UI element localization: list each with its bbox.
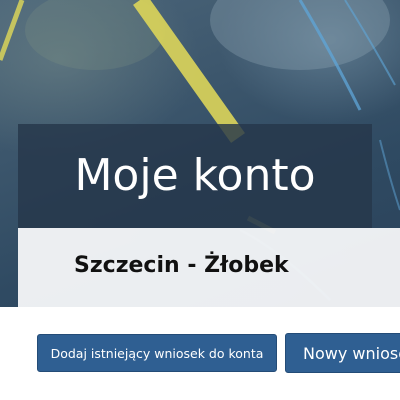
page-title-overlay: Moje konto — [18, 124, 372, 228]
page: Moje konto Szczecin - Żłobek Dodaj istni… — [0, 0, 400, 400]
institution-overlay: Szczecin - Żłobek — [18, 228, 400, 307]
hero-banner: Moje konto Szczecin - Żłobek — [0, 0, 400, 307]
new-application-button[interactable]: Nowy wniosek — [285, 333, 400, 373]
add-existing-application-button[interactable]: Dodaj istniejący wniosek do konta — [37, 334, 277, 372]
institution-name: Szczecin - Żłobek — [74, 253, 289, 278]
page-title: Moje konto — [74, 150, 316, 201]
